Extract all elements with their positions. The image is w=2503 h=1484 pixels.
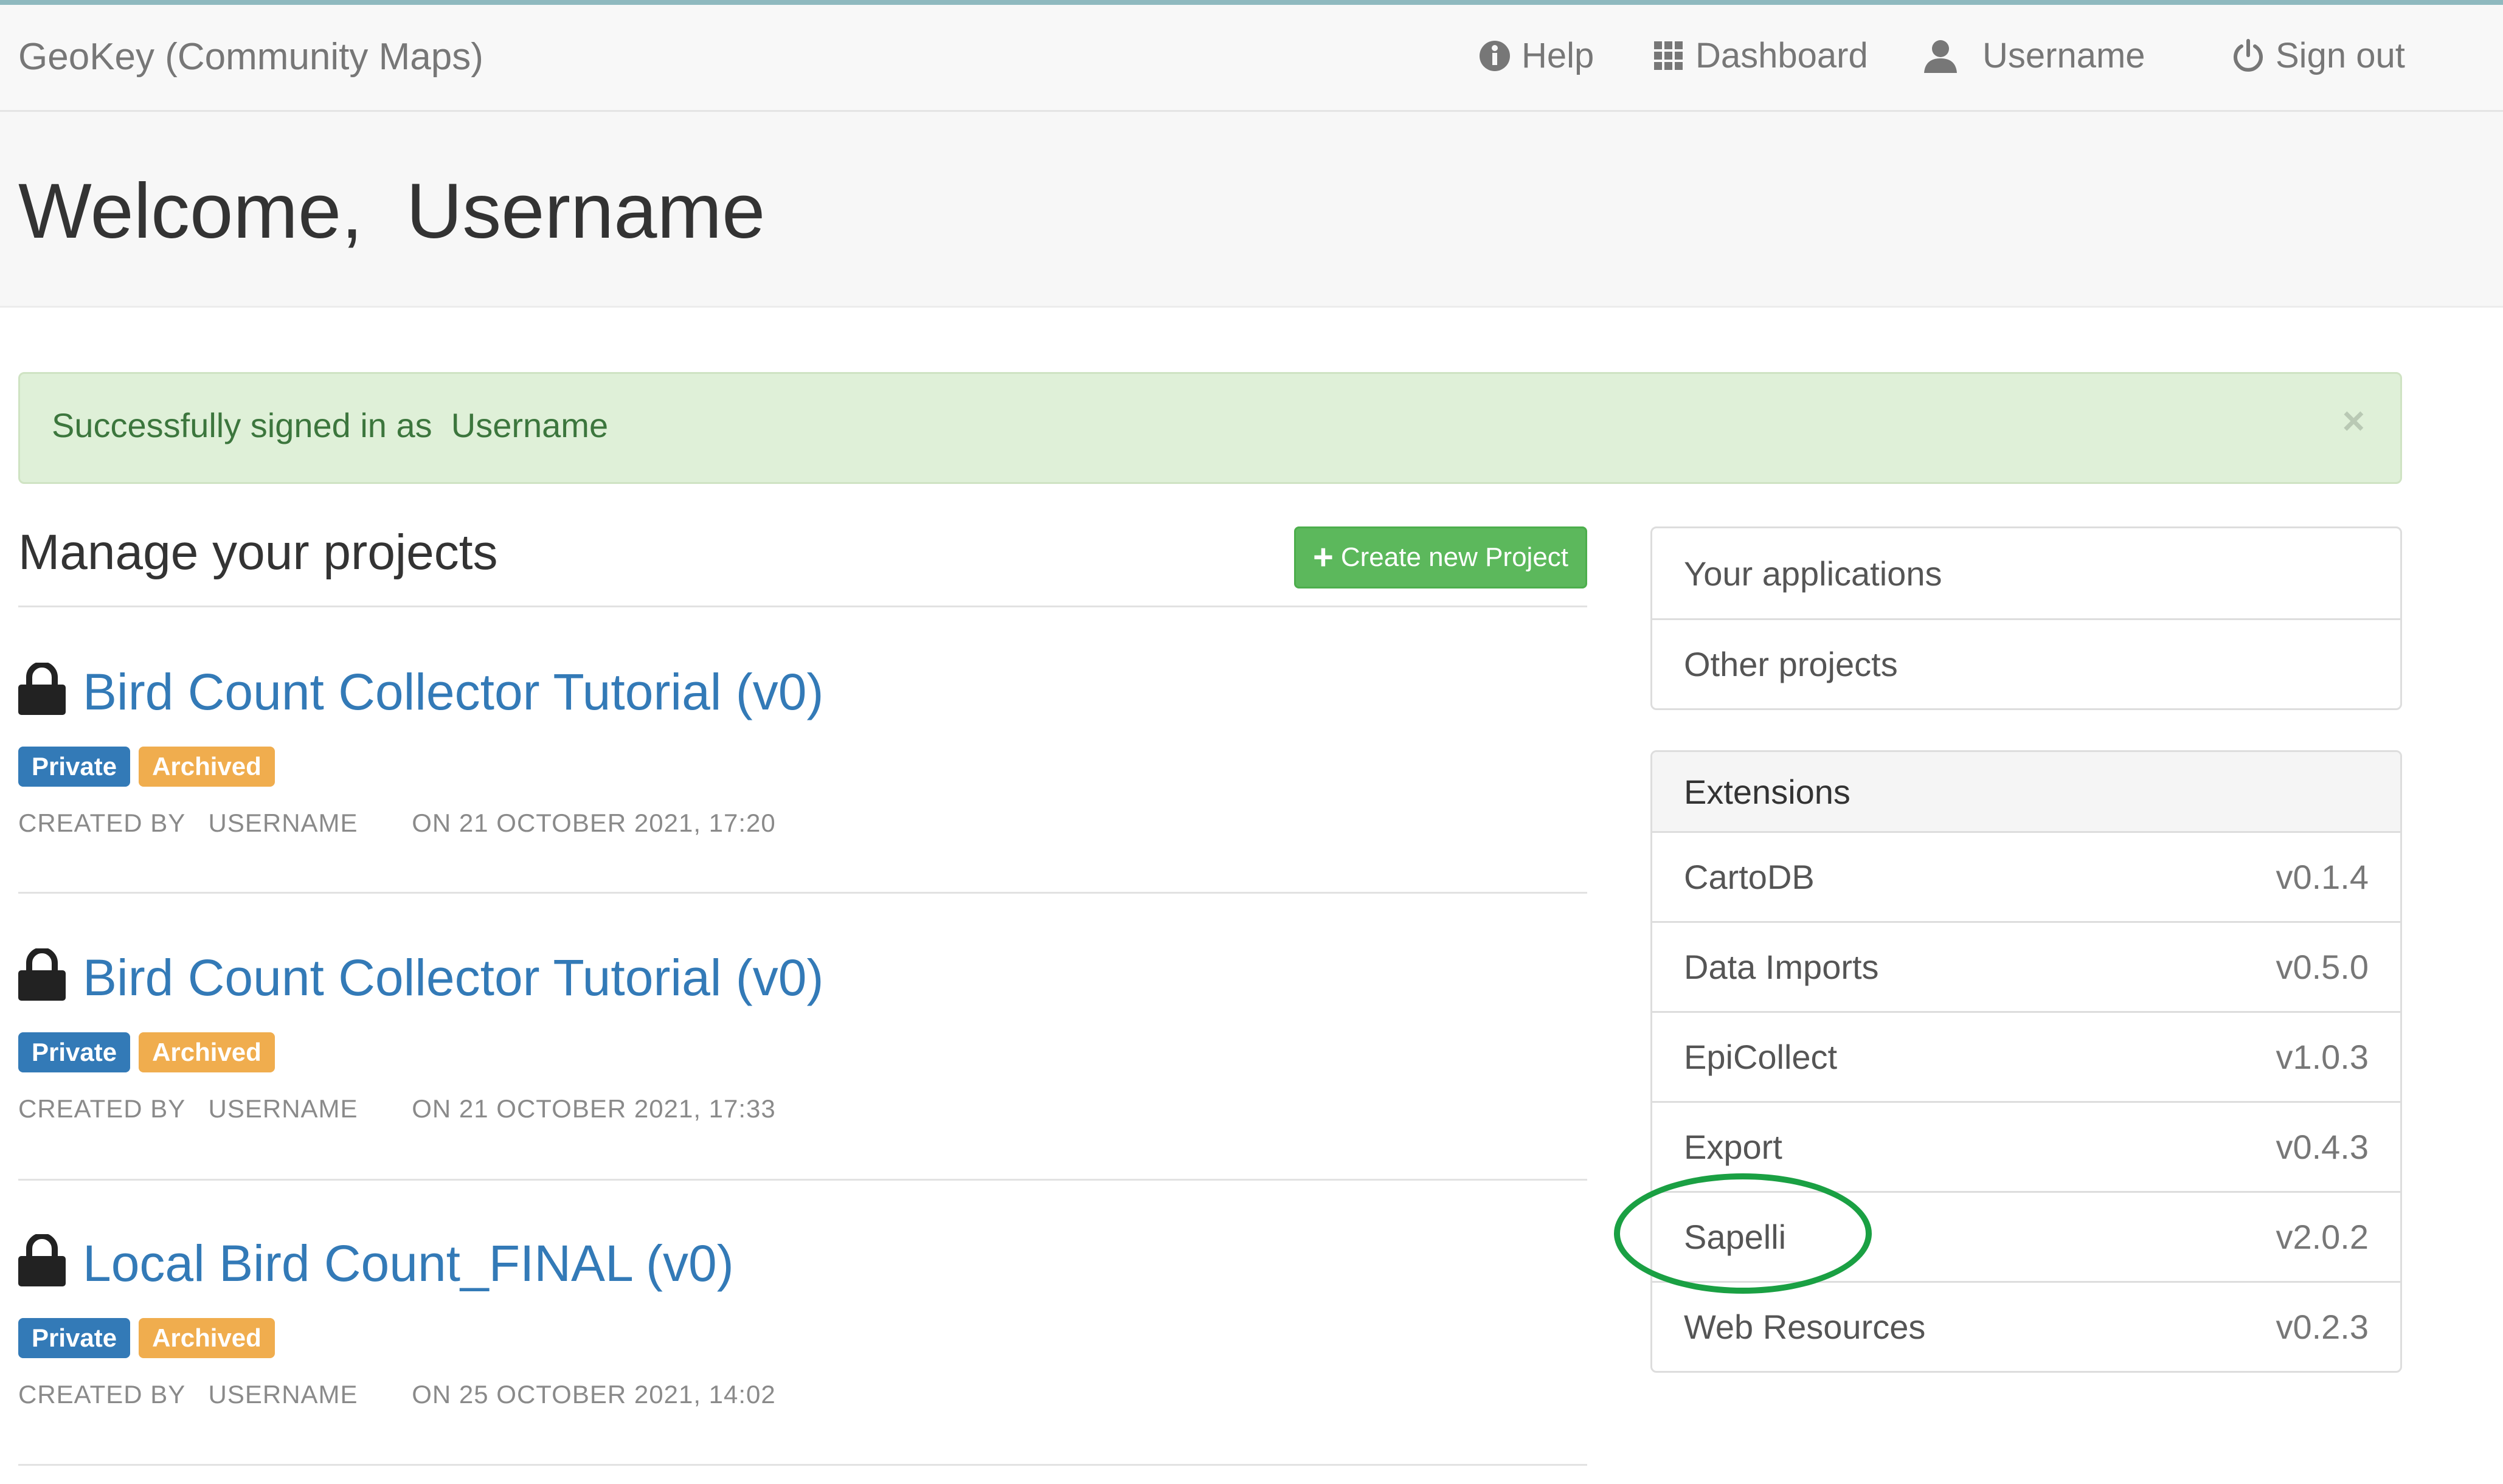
project-item: Local Bird Count_FINAL (v0) Private Arch… [18,1234,1587,1477]
extension-version: v0.2.3 [2276,1308,2369,1346]
lock-icon [18,663,66,715]
brand-link[interactable]: GeoKey (Community Maps) [18,35,483,78]
extension-version: v1.0.3 [2276,1038,2369,1076]
divider [18,606,1587,607]
extension-version: v0.1.4 [2276,858,2369,896]
lock-icon [18,948,66,1001]
extension-item-web-resources[interactable]: Web Resources v0.2.3 [1652,1281,2400,1371]
sign-out-label: Sign out [2276,36,2405,75]
divider [18,1179,1587,1181]
create-project-button[interactable]: + Create new Project [1294,526,1587,588]
project-title-link[interactable]: Bird Count Collector Tutorial (v0) [83,663,823,722]
dashboard-link[interactable]: Dashboard [1653,35,1868,76]
your-applications-link[interactable]: Your applications [1652,528,2400,618]
divider [18,892,1587,894]
navbar: GeoKey (Community Maps) Help Dashboard U… [0,5,2503,112]
project-item: Bird Count Collector Tutorial (v0) Priva… [18,948,1587,1192]
extensions-heading: Extensions [1652,752,2400,831]
top-accent-line [0,0,2503,5]
project-title-link[interactable]: Local Bird Count_FINAL (v0) [83,1234,734,1293]
plus-icon: + [1312,537,1334,577]
extension-name: EpiCollect [1684,1038,1838,1076]
extension-item-cartodb[interactable]: CartoDB v0.1.4 [1652,831,2400,921]
private-badge: Private [18,1032,131,1072]
username-label: Username [1982,36,2145,75]
user-icon [1924,40,1957,73]
project-meta: CREATED BY USERNAME ON 25 OCTOBER 2021, … [18,1380,776,1409]
extension-name: CartoDB [1684,858,1815,896]
lock-icon [18,1234,66,1286]
extension-version: v0.4.3 [2276,1128,2369,1166]
success-alert: Successfully signed in as Username × [18,372,2402,484]
project-title-link[interactable]: Bird Count Collector Tutorial (v0) [83,948,823,1007]
dashboard-label: Dashboard [1695,36,1868,75]
archived-badge: Archived [139,1318,275,1358]
project-meta: CREATED BY USERNAME ON 21 OCTOBER 2021, … [18,1094,776,1123]
sign-out-link[interactable]: Sign out [2232,35,2405,76]
close-icon[interactable]: × [2342,398,2365,443]
other-projects-label: Other projects [1684,645,1898,683]
highlight-circle-annotation [1614,1173,1872,1294]
extension-version: v2.0.2 [2276,1218,2369,1256]
archived-badge: Archived [139,1032,275,1072]
divider [18,1464,1587,1466]
extension-item-data-imports[interactable]: Data Imports v0.5.0 [1652,921,2400,1011]
project-item: Bird Count Collector Tutorial (v0) Priva… [18,663,1587,906]
create-project-label: Create new Project [1340,542,1569,572]
help-link[interactable]: Help [1479,35,1594,76]
alert-message: Successfully signed in as Username [52,406,609,444]
private-badge: Private [18,1318,131,1358]
extension-name: Web Resources [1684,1308,1926,1346]
archived-badge: Archived [139,747,275,787]
power-icon [2234,38,2263,72]
extension-name: Export [1684,1128,1782,1166]
project-meta: CREATED BY USERNAME ON 21 OCTOBER 2021, … [18,809,776,837]
user-menu[interactable]: Username [1922,35,2145,76]
extension-version: v0.5.0 [2276,948,2369,986]
side-links-panel: Your applications Other projects [1650,526,2402,710]
other-projects-link[interactable]: Other projects [1652,618,2400,708]
grid-icon [1654,41,1683,70]
extension-item-epicollect[interactable]: EpiCollect v1.0.3 [1652,1011,2400,1101]
your-applications-label: Your applications [1684,554,1942,593]
info-icon [1480,40,1510,71]
section-title: Manage your projects [18,525,498,580]
welcome-heading: Welcome, Username [18,168,766,255]
welcome-banner: Welcome, Username [0,112,2503,308]
private-badge: Private [18,747,131,787]
help-label: Help [1522,36,1594,75]
extensions-heading-label: Extensions [1684,772,1850,811]
extension-name: Data Imports [1684,948,1879,986]
